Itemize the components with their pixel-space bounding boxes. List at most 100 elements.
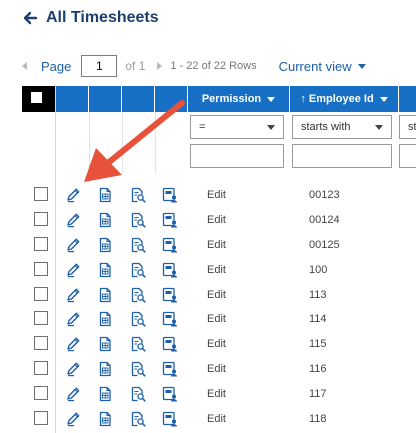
search-document-icon[interactable] xyxy=(130,361,146,377)
employee-id-cell[interactable]: 00123 xyxy=(309,189,340,201)
employee-lookup-icon[interactable] xyxy=(162,187,178,203)
employee-id-filter-operator[interactable]: starts with xyxy=(292,115,392,139)
edit-pencil-icon[interactable] xyxy=(65,361,81,377)
chevron-down-icon xyxy=(357,63,366,69)
column-divider xyxy=(122,112,123,174)
current-view-dropdown[interactable]: Current view xyxy=(279,59,366,74)
employee-lookup-icon[interactable] xyxy=(162,361,178,377)
permission-cell: Edit xyxy=(207,263,226,276)
edit-pencil-icon[interactable] xyxy=(65,212,81,228)
edit-pencil-icon[interactable] xyxy=(65,411,81,427)
permission-filter-operator[interactable]: = xyxy=(190,115,284,139)
rows-count-label: 1 - 22 of 22 Rows xyxy=(170,60,257,72)
employee-id-cell[interactable]: 114 xyxy=(309,313,327,325)
row-select-checkbox[interactable] xyxy=(34,361,48,376)
edit-pencil-icon[interactable] xyxy=(65,336,81,352)
next-filter-input[interactable] xyxy=(399,144,416,168)
timesheet-document-icon[interactable] xyxy=(97,212,113,228)
select-all-checkbox[interactable] xyxy=(30,91,43,104)
employee-lookup-icon[interactable] xyxy=(162,287,178,303)
edit-pencil-icon[interactable] xyxy=(65,237,81,253)
back-arrow-icon[interactable] xyxy=(22,10,38,26)
edit-pencil-icon[interactable] xyxy=(65,386,81,402)
search-document-icon[interactable] xyxy=(130,262,146,278)
timesheet-document-icon[interactable] xyxy=(97,311,113,327)
search-document-icon[interactable] xyxy=(130,386,146,402)
employee-lookup-icon[interactable] xyxy=(162,311,178,327)
permission-cell: Edit xyxy=(207,338,226,351)
timesheet-document-icon[interactable] xyxy=(97,361,113,377)
employee-id-cell[interactable]: 118 xyxy=(309,413,327,425)
employee-id-cell[interactable]: 00125 xyxy=(309,239,340,251)
page-number-input[interactable] xyxy=(81,55,118,77)
header-action-col xyxy=(122,86,155,112)
employee-id-cell[interactable]: 117 xyxy=(309,388,327,400)
row-select-checkbox[interactable] xyxy=(34,311,48,326)
row-select-checkbox[interactable] xyxy=(34,386,48,401)
timesheet-document-icon[interactable] xyxy=(97,187,113,203)
search-document-icon[interactable] xyxy=(130,187,146,203)
employee-lookup-icon[interactable] xyxy=(162,262,178,278)
row-select-checkbox[interactable] xyxy=(34,336,48,351)
employee-id-cell[interactable]: 100 xyxy=(309,264,327,276)
search-document-icon[interactable] xyxy=(130,411,146,427)
column-header-employee-id[interactable]: ↑ Employee Id xyxy=(290,86,399,112)
edit-pencil-icon[interactable] xyxy=(65,311,81,327)
edit-pencil-icon[interactable] xyxy=(65,262,81,278)
employee-id-cell[interactable]: 116 xyxy=(309,363,327,375)
timesheet-document-icon[interactable] xyxy=(97,386,113,402)
search-document-icon[interactable] xyxy=(130,311,146,328)
table-row: Edit 100 xyxy=(22,260,416,285)
timesheet-document-icon[interactable] xyxy=(97,262,113,278)
table-row: Edit 117 xyxy=(22,384,416,409)
row-select-checkbox[interactable] xyxy=(34,211,48,226)
permission-cell: Edit xyxy=(207,413,226,426)
chevron-down-icon[interactable] xyxy=(267,96,276,102)
search-document-icon[interactable] xyxy=(130,287,146,303)
employee-id-filter-input[interactable] xyxy=(292,144,392,168)
column-header-permission[interactable]: Permission xyxy=(188,86,290,112)
search-document-icon[interactable] xyxy=(130,212,146,228)
timesheets-grid: Permission ↑ Employee Id = starts with s… xyxy=(22,86,416,433)
row-select-checkbox[interactable] xyxy=(34,236,48,251)
employee-id-cell[interactable]: 115 xyxy=(309,338,327,350)
edit-pencil-icon[interactable] xyxy=(65,287,81,303)
permission-cell: Edit xyxy=(207,313,226,326)
table-row: Edit 00125 xyxy=(22,235,416,260)
next-page-icon[interactable] xyxy=(157,62,163,70)
row-select-checkbox[interactable] xyxy=(34,286,48,301)
timesheet-document-icon[interactable] xyxy=(97,287,113,303)
column-divider xyxy=(155,112,156,174)
edit-pencil-icon[interactable] xyxy=(65,187,81,203)
table-row: Edit 114 xyxy=(22,309,416,334)
row-select-checkbox[interactable] xyxy=(34,187,48,201)
search-document-icon[interactable] xyxy=(130,237,146,253)
row-select-checkbox[interactable] xyxy=(34,261,48,276)
table-row: Edit 116 xyxy=(22,359,416,384)
employee-lookup-icon[interactable] xyxy=(162,336,178,352)
prev-page-icon[interactable] xyxy=(22,62,27,70)
next-filter-operator[interactable]: st xyxy=(399,115,416,139)
row-select-checkbox[interactable] xyxy=(34,411,48,426)
employee-lookup-icon[interactable] xyxy=(162,237,178,253)
chevron-down-icon[interactable] xyxy=(379,96,388,102)
column-divider xyxy=(89,112,90,174)
table-row: Edit 113 xyxy=(22,285,416,310)
employee-lookup-icon[interactable] xyxy=(162,212,178,228)
timesheet-document-icon[interactable] xyxy=(97,336,113,352)
timesheet-document-icon[interactable] xyxy=(97,237,113,253)
grid-header-row: Permission ↑ Employee Id xyxy=(22,86,416,112)
timesheet-document-icon[interactable] xyxy=(97,411,113,427)
grid-body: Edit 00123 Edit 00124 Edit 00125 Edit 10… xyxy=(22,185,416,433)
employee-id-cell[interactable]: 113 xyxy=(309,289,327,301)
permission-filter-operator-value: = xyxy=(199,121,206,133)
header-action-col xyxy=(89,86,122,112)
page-title: All Timesheets xyxy=(46,9,159,26)
permission-filter-input[interactable] xyxy=(190,144,284,168)
search-document-icon[interactable] xyxy=(130,336,146,352)
employee-id-cell[interactable]: 00124 xyxy=(309,214,340,226)
employee-lookup-icon[interactable] xyxy=(162,411,178,427)
employee-lookup-icon[interactable] xyxy=(162,386,178,402)
table-row: Edit 115 xyxy=(22,334,416,359)
pager: Page of 1 1 - 22 of 22 Rows Current view xyxy=(22,54,366,78)
